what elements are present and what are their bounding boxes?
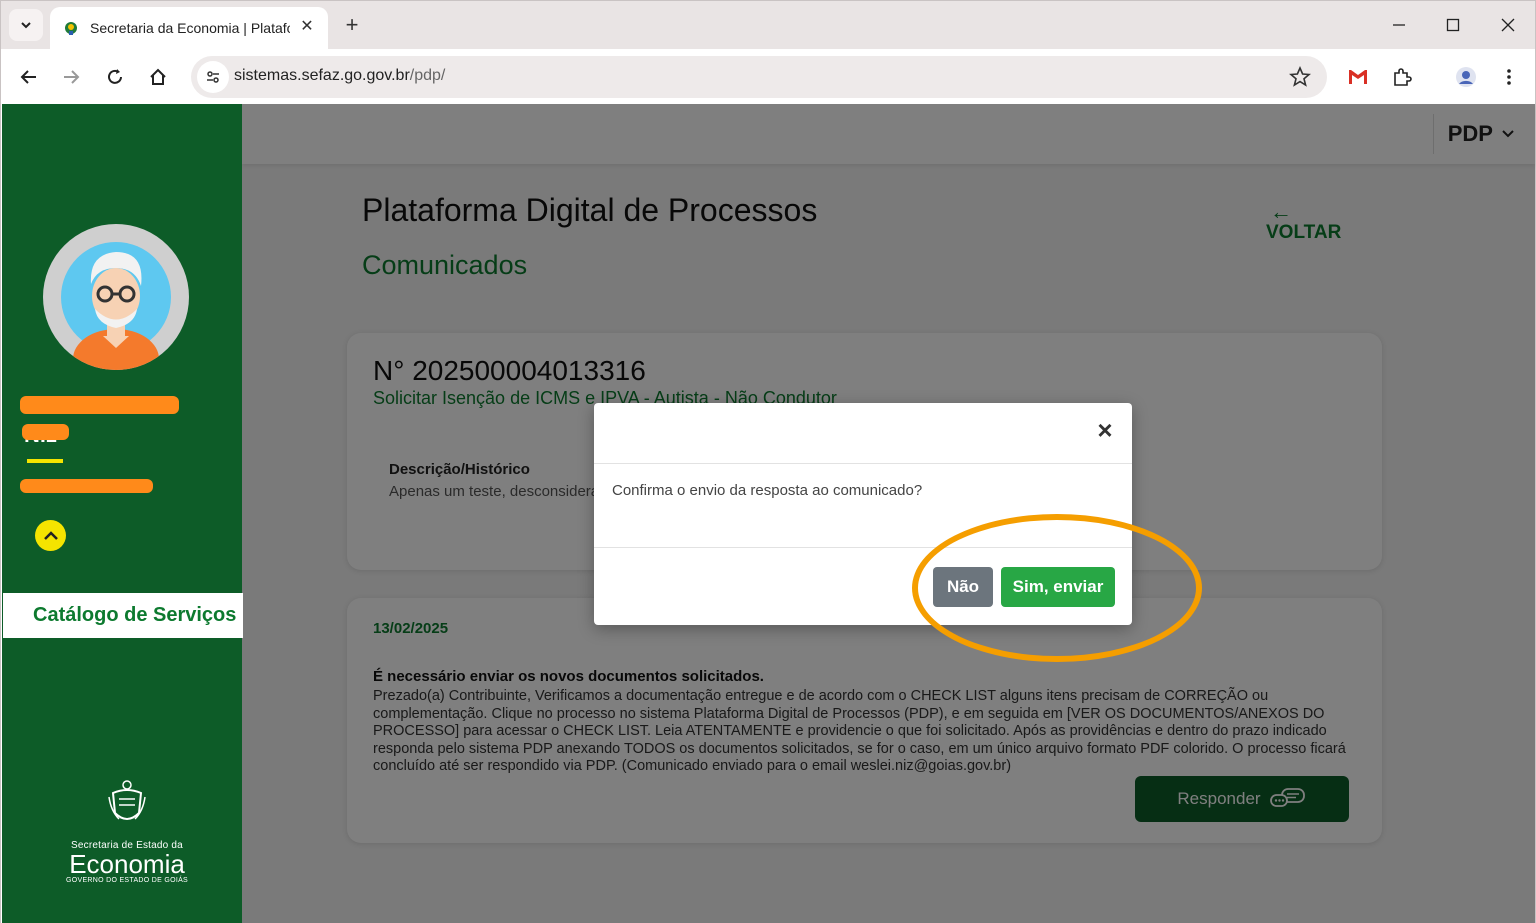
avatar-illustration xyxy=(61,242,171,370)
sidebar: Weslei Lutero Niz 92370761100 Catálogo d… xyxy=(2,104,243,923)
sidebar-item-catalog[interactable]: Catálogo de Serviços xyxy=(3,593,243,638)
browser-chrome: Secretaria da Economia | Plataforma Digi… xyxy=(0,0,1536,105)
goias-crest-icon xyxy=(65,22,77,35)
url-text: sistemas.sefaz.go.gov.br/pdp/ xyxy=(234,67,445,85)
tab-search-button[interactable] xyxy=(9,9,43,41)
url-path: /pdp/ xyxy=(409,67,446,84)
divider xyxy=(594,463,1132,464)
profile-avatar-icon xyxy=(1456,67,1476,87)
forward-button[interactable] xyxy=(57,63,85,91)
gmail-extension[interactable] xyxy=(1345,64,1371,90)
annotation-highlight-ellipse xyxy=(912,514,1202,662)
back-button[interactable] xyxy=(15,63,43,91)
redaction-mark xyxy=(20,479,153,493)
name-underline xyxy=(27,459,63,463)
dialog-message: Confirma o envio da resposta ao comunica… xyxy=(612,482,923,499)
avatar xyxy=(43,224,189,370)
economia-logo: Secretaria de Estado da Economia GOVERNO… xyxy=(42,777,212,884)
close-icon[interactable]: × xyxy=(1094,417,1116,443)
logo-line-2: Economia xyxy=(69,849,185,879)
close-window-button[interactable] xyxy=(1493,11,1523,39)
arrow-left-icon xyxy=(20,70,36,84)
browser-menu-button[interactable] xyxy=(1496,64,1522,90)
browser-tab[interactable]: Secretaria da Economia | Plataforma Digi… xyxy=(50,7,328,49)
home-icon xyxy=(150,68,166,85)
puzzle-icon xyxy=(1394,68,1412,86)
address-bar[interactable]: sistemas.sefaz.go.gov.br/pdp/ xyxy=(191,56,1327,98)
chevron-up-icon xyxy=(43,530,58,540)
logo-line-3: GOVERNO DO ESTADO DE GOIÁS xyxy=(65,877,189,884)
home-button[interactable] xyxy=(144,63,172,91)
chevron-down-icon xyxy=(21,22,31,29)
redaction-mark xyxy=(20,396,179,414)
reload-icon xyxy=(108,69,122,84)
gmail-icon xyxy=(1349,70,1367,84)
more-vert-icon xyxy=(1507,69,1511,85)
redaction-mark xyxy=(22,424,69,440)
new-tab-button[interactable]: + xyxy=(339,13,365,39)
extensions-button[interactable] xyxy=(1389,64,1415,90)
bookmark-star-icon[interactable] xyxy=(1289,66,1311,88)
arrow-right-icon xyxy=(64,70,80,84)
maximize-icon xyxy=(1446,18,1460,32)
tab-title: Secretaria da Economia | Plataforma Digi… xyxy=(90,20,290,36)
browser-toolbar: sistemas.sefaz.go.gov.br/pdp/ xyxy=(1,49,1535,105)
profile-button[interactable] xyxy=(1453,64,1479,90)
site-info-button[interactable] xyxy=(197,61,229,93)
close-icon xyxy=(1501,18,1515,32)
reload-button[interactable] xyxy=(101,63,129,91)
minimize-icon xyxy=(1393,24,1405,26)
collapse-profile-button[interactable] xyxy=(35,520,66,551)
close-tab-icon[interactable]: ✕ xyxy=(298,18,316,36)
url-host: sistemas.sefaz.go.gov.br xyxy=(234,67,410,84)
minimize-button[interactable] xyxy=(1384,11,1414,39)
maximize-button[interactable] xyxy=(1438,11,1468,39)
goias-crest-icon xyxy=(108,780,146,820)
tune-icon xyxy=(207,71,219,83)
